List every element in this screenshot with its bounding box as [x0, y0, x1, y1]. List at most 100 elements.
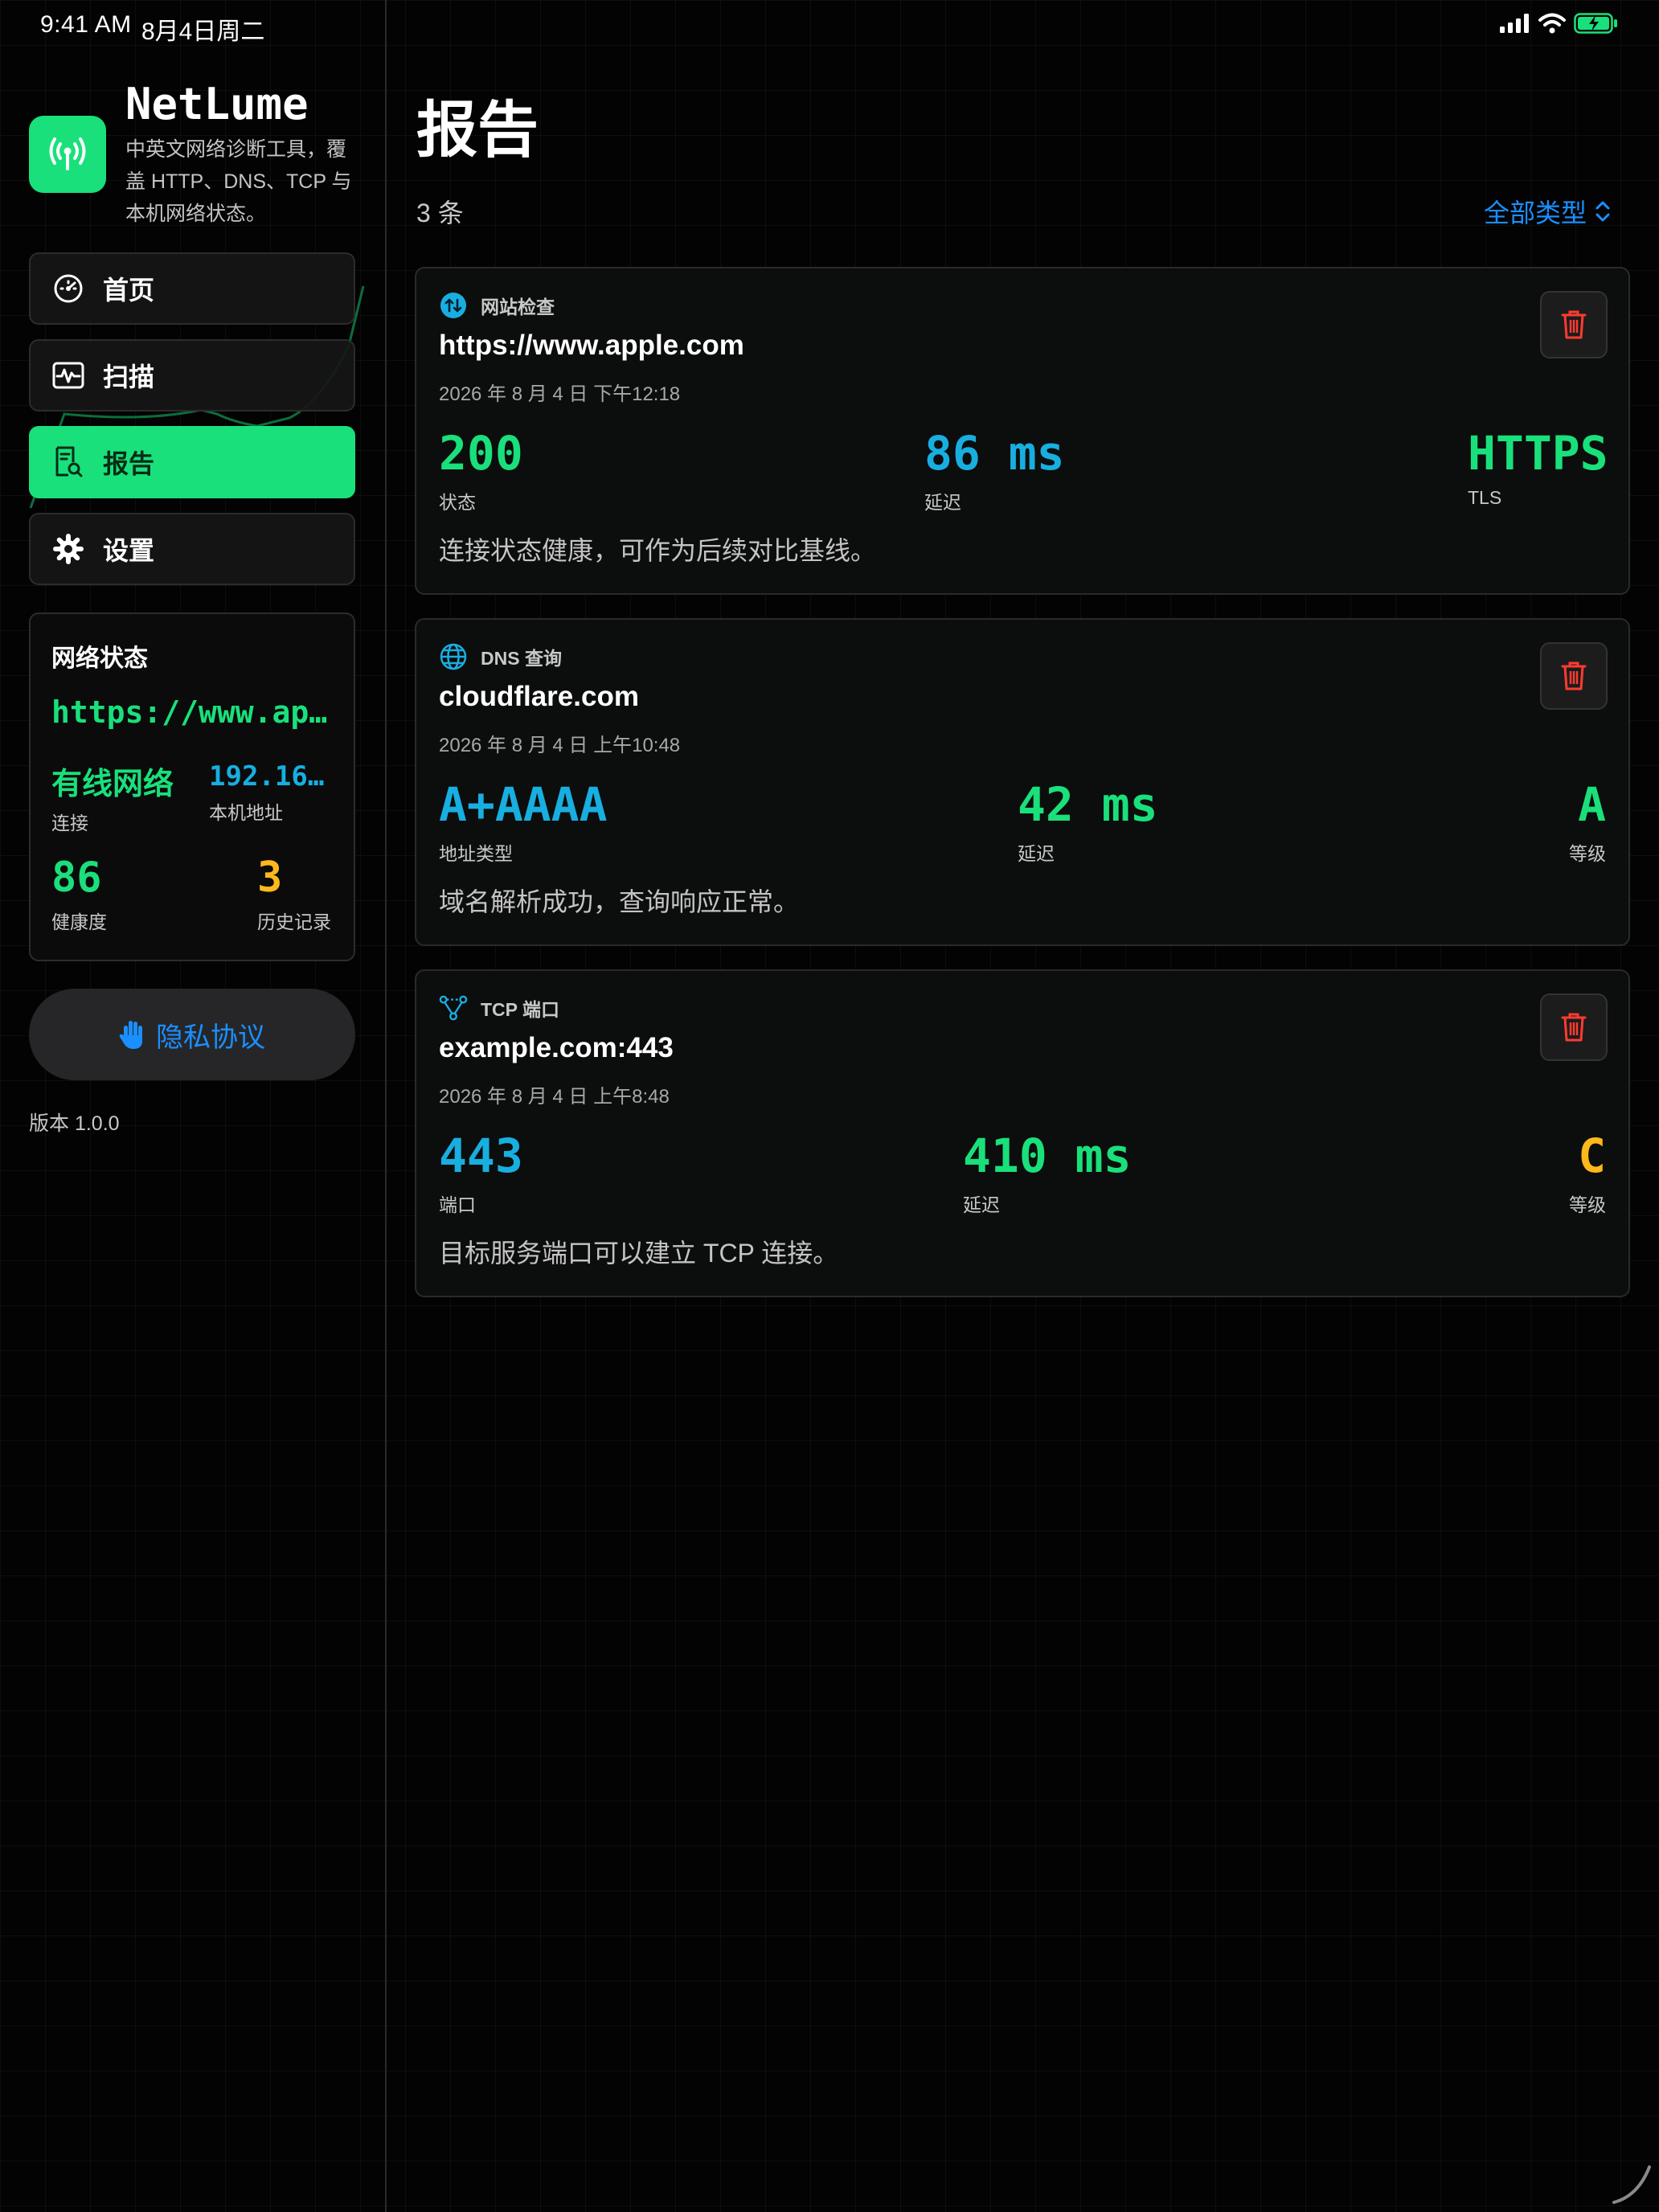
- metric-port: 443 端口: [439, 1127, 523, 1217]
- report-type: TCP 端口: [439, 993, 559, 1022]
- report-card[interactable]: DNS 查询 cloudflare.com 2026 年 8 月 4 日 上午1…: [415, 618, 1630, 946]
- antenna-icon: [49, 137, 86, 170]
- health-value: 86: [51, 854, 102, 902]
- metric-value: 200: [439, 426, 523, 481]
- arrows-updown-circle-icon: [439, 291, 468, 320]
- nav-label: 报告: [103, 449, 155, 478]
- resize-handle-icon: [1612, 2165, 1651, 2204]
- app-version: 版本 1.0.0: [29, 1112, 120, 1135]
- metric-value: 42 ms: [1018, 777, 1158, 832]
- metric-value: 443: [439, 1129, 523, 1183]
- report-summary: 目标服务端口可以建立 TCP 连接。: [439, 1239, 839, 1268]
- metric-label: 端口: [439, 1194, 476, 1215]
- report-type: 网站检查: [439, 291, 555, 320]
- app-description: 中英文网络诊断工具，覆盖 HTTP、DNS、TCP 与本机网络状态。: [125, 138, 352, 225]
- report-timestamp: 2026 年 8 月 4 日 下午12:18: [439, 383, 681, 405]
- battery-charging-icon: [1574, 13, 1617, 34]
- gauge-icon: [51, 272, 85, 305]
- metric-value: A+AAAA: [439, 777, 608, 832]
- metric-latency: 86 ms 延迟: [924, 424, 1065, 514]
- hand-raised-icon: [119, 1021, 142, 1049]
- local-address-stat: 192.168.1.10 本机地址: [209, 760, 338, 825]
- app-logo: [29, 116, 106, 193]
- network-status-url: https://www.apple.com: [51, 694, 338, 730]
- connection-stat: 有线网络 连接: [51, 759, 199, 835]
- network-status-card: 网络状态 https://www.apple.com 有线网络 连接 192.1…: [29, 612, 355, 961]
- network-nodes-icon: [439, 993, 468, 1022]
- report-card[interactable]: 网站检查 https://www.apple.com 2026 年 8 月 4 …: [415, 267, 1630, 595]
- nav-label: 设置: [103, 536, 155, 565]
- metric-status: 200 状态: [439, 424, 523, 514]
- history-stat: 3 历史记录: [257, 854, 331, 934]
- metric-latency: 42 ms 延迟: [1018, 776, 1158, 866]
- report-target: https://www.apple.com: [439, 330, 744, 361]
- trash-icon: [1561, 310, 1587, 339]
- report-count: 3 条: [416, 199, 464, 227]
- report-type: DNS 查询: [439, 642, 562, 671]
- report-type-label: TCP 端口: [481, 999, 559, 1020]
- nav-label: 扫描: [103, 363, 155, 391]
- metric-value: 86 ms: [924, 426, 1065, 481]
- metric-tls: HTTPS TLS: [1468, 424, 1608, 509]
- chevron-updown-icon: [1596, 201, 1610, 222]
- metric-label: 延迟: [963, 1194, 1000, 1215]
- metric-grade: C 等级: [1569, 1127, 1606, 1217]
- cellular-signal-icon: [1500, 14, 1529, 33]
- metric-value: C: [1578, 1129, 1606, 1183]
- gear-icon: [51, 532, 85, 566]
- delete-report-button[interactable]: [1540, 291, 1608, 358]
- privacy-policy-button[interactable]: 隐私协议: [29, 989, 355, 1080]
- waveform-icon: [51, 358, 85, 392]
- status-icons: [1500, 13, 1619, 34]
- local-address-value: 192.168.1.10: [209, 760, 338, 793]
- nav-item-home[interactable]: 首页: [29, 252, 355, 325]
- connection-label: 连接: [51, 813, 88, 834]
- report-summary: 域名解析成功，查询响应正常。: [439, 887, 800, 916]
- report-summary: 连接状态健康，可作为后续对比基线。: [439, 536, 877, 565]
- metric-label: TLS: [1468, 487, 1502, 508]
- report-card[interactable]: TCP 端口 example.com:443 2026 年 8 月 4 日 上午…: [415, 969, 1630, 1297]
- trash-icon: [1561, 662, 1587, 690]
- report-timestamp: 2026 年 8 月 4 日 上午8:48: [439, 1086, 670, 1108]
- metric-address-type: A+AAAA 地址类型: [439, 776, 608, 866]
- metric-label: 等级: [1569, 843, 1606, 864]
- history-label: 历史记录: [257, 911, 331, 932]
- type-filter-menu[interactable]: 全部类型: [1484, 193, 1611, 230]
- report-type-label: DNS 查询: [481, 648, 562, 669]
- report-type-label: 网站检查: [481, 297, 555, 317]
- metric-grade: A 等级: [1569, 776, 1606, 866]
- health-label: 健康度: [51, 911, 107, 932]
- sidebar: NetLume 中英文网络诊断工具，覆盖 HTTP、DNS、TCP 与本机网络状…: [0, 0, 386, 2212]
- nav-item-reports[interactable]: 报告: [29, 426, 355, 498]
- local-address-label: 本机地址: [209, 802, 283, 823]
- network-status-title: 网络状态: [51, 645, 148, 672]
- delete-report-button[interactable]: [1540, 642, 1608, 710]
- metric-label: 延迟: [1018, 843, 1055, 864]
- trash-icon: [1561, 1013, 1587, 1042]
- metric-label: 地址类型: [439, 843, 513, 864]
- metric-label: 延迟: [924, 492, 961, 513]
- metric-value: A: [1578, 777, 1606, 832]
- report-target: cloudflare.com: [439, 681, 639, 712]
- page-title: 报告: [416, 96, 539, 165]
- nav-item-scan[interactable]: 扫描: [29, 339, 355, 412]
- type-filter-label: 全部类型: [1483, 199, 1587, 227]
- metric-label: 等级: [1569, 1194, 1606, 1215]
- metric-value: HTTPS: [1468, 426, 1608, 481]
- sidebar-divider: [385, 0, 387, 2212]
- privacy-policy-label: 隐私协议: [156, 1022, 265, 1053]
- nav-item-settings[interactable]: 设置: [29, 513, 355, 585]
- app-name: NetLume: [125, 79, 309, 129]
- health-stat: 86 健康度: [51, 854, 107, 934]
- nav-label: 首页: [103, 276, 155, 305]
- globe-icon: [439, 642, 468, 671]
- wifi-icon: [1538, 13, 1566, 34]
- metric-latency: 410 ms 延迟: [963, 1127, 1132, 1217]
- report-timestamp: 2026 年 8 月 4 日 上午10:48: [439, 735, 681, 756]
- delete-report-button[interactable]: [1540, 993, 1608, 1061]
- connection-value: 有线网络: [51, 768, 174, 801]
- history-value: 3: [257, 854, 283, 902]
- metric-label: 状态: [439, 492, 476, 513]
- metric-value: 410 ms: [963, 1129, 1132, 1183]
- report-target: example.com:443: [439, 1032, 674, 1063]
